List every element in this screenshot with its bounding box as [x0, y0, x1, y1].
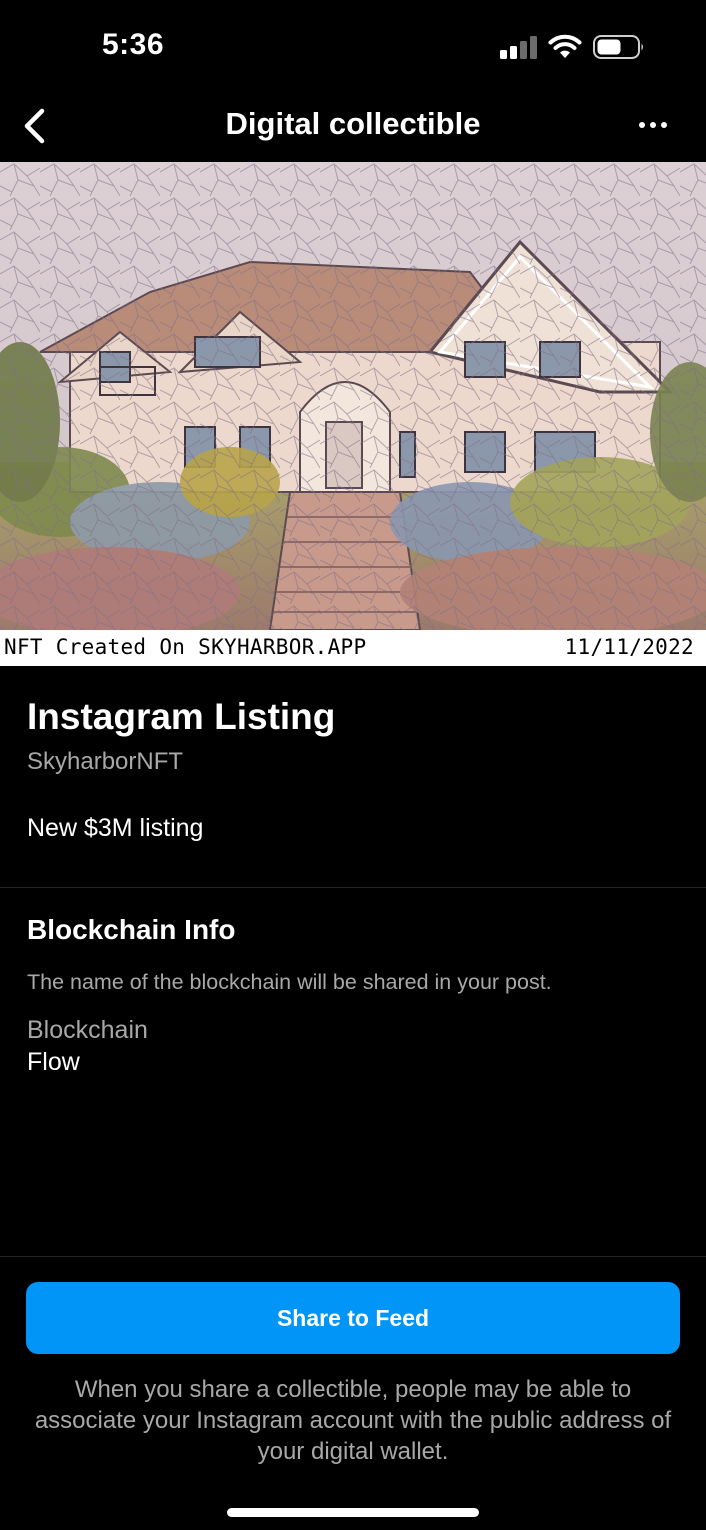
- creator-name[interactable]: SkyharborNFT: [27, 748, 183, 776]
- collectible-description: New $3M listing: [27, 814, 204, 842]
- nav-bar: Digital collectible: [0, 90, 706, 162]
- battery-icon: [593, 35, 643, 59]
- status-bar: 5:36: [0, 0, 706, 90]
- section-divider: [0, 887, 706, 888]
- nft-caption-bar: NFT Created On SKYHARBOR.APP 11/11/2022: [0, 630, 706, 666]
- share-to-feed-button[interactable]: Share to Feed: [26, 1282, 680, 1354]
- nft-caption-date: 11/11/2022: [564, 635, 694, 659]
- share-disclaimer: When you share a collectible, people may…: [34, 1376, 672, 1465]
- collectible-title: Instagram Listing: [27, 696, 336, 737]
- blockchain-info-note: The name of the blockchain will be share…: [27, 970, 552, 994]
- more-options-button[interactable]: [630, 110, 676, 140]
- cellular-signal-icon: [500, 36, 537, 59]
- wifi-icon: [548, 34, 582, 58]
- nft-image[interactable]: NFT Created On SKYHARBOR.APP 11/11/2022: [0, 162, 706, 666]
- home-indicator[interactable]: [227, 1508, 479, 1517]
- nft-caption-left: NFT Created On SKYHARBOR.APP: [4, 635, 367, 659]
- footer-divider: [0, 1256, 706, 1257]
- nft-artwork: [0, 162, 706, 630]
- status-time: 5:36: [102, 28, 165, 61]
- blockchain-label: Blockchain: [27, 1016, 148, 1044]
- blockchain-info-heading: Blockchain Info: [27, 914, 236, 945]
- page-title: Digital collectible: [225, 106, 481, 141]
- blockchain-value: Flow: [27, 1048, 80, 1076]
- more-horizontal-icon: [639, 122, 667, 128]
